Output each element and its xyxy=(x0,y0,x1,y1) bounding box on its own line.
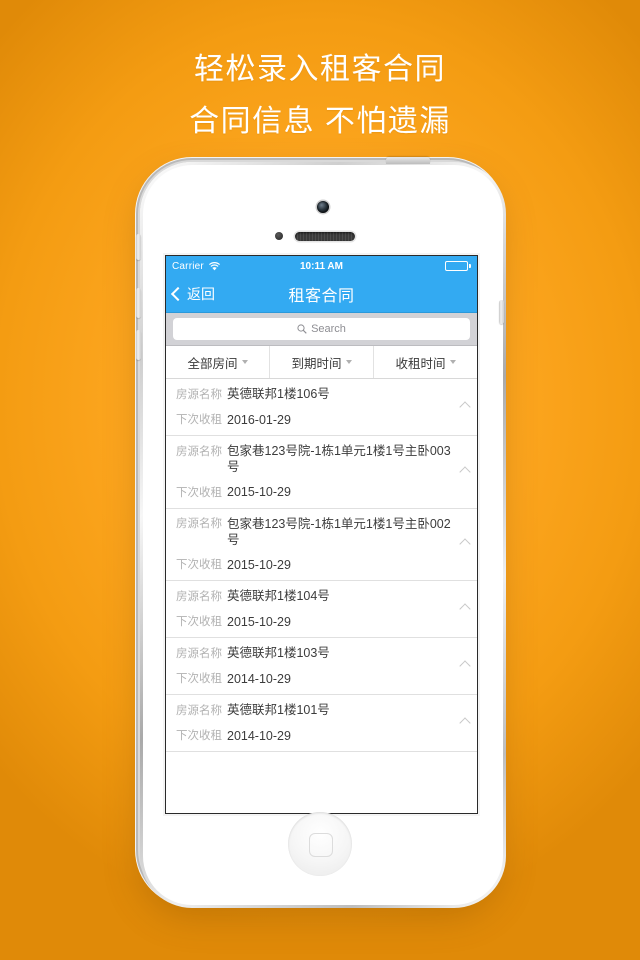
chevron-right-icon xyxy=(459,466,471,478)
property-name-label: 房源名称 xyxy=(176,518,222,530)
next-rent-row: 下次收租 2015-10-29 xyxy=(176,557,455,574)
next-rent-value: 2016-01-29 xyxy=(227,412,291,427)
volume-up-button[interactable] xyxy=(136,288,141,318)
property-name-label: 房源名称 xyxy=(176,445,222,458)
next-rent-value: 2014-10-29 xyxy=(227,728,291,743)
list-item[interactable]: 房源名称 英德联邦1楼106号 下次收租 2016-01-29 xyxy=(166,379,477,436)
headline-line-2: 合同信息 不怕遗漏 xyxy=(189,105,451,138)
property-name-value: 英德联邦1楼104号 xyxy=(227,589,330,603)
property-name-value: 英德联邦1楼106号 xyxy=(227,387,330,401)
next-rent-value: 2014-10-29 xyxy=(227,671,291,686)
next-rent-label: 下次收租 xyxy=(176,673,222,685)
contract-list[interactable]: 房源名称 英德联邦1楼106号 下次收租 2016-01-29 房源名称 包家巷… xyxy=(166,379,477,813)
list-item[interactable]: 房源名称 英德联邦1楼104号 下次收租 2015-10-29 xyxy=(166,581,477,638)
volume-down-button[interactable] xyxy=(136,330,141,360)
property-name-label: 房源名称 xyxy=(176,647,222,660)
filter-tab-collection[interactable]: 收租时间 xyxy=(374,346,477,378)
filter-bar: 全部房间 到期时间 收租时间 xyxy=(166,346,477,379)
property-name-value: 包家巷123号院-1栋1单元1楼1号主卧002号 xyxy=(227,516,451,547)
chevron-right-icon xyxy=(459,401,471,413)
sim-tray xyxy=(499,300,504,324)
list-item[interactable]: 房源名称 英德联邦1楼101号 下次收租 2014-10-29 xyxy=(166,695,477,752)
next-rent-row: 下次收租 2015-10-29 xyxy=(176,484,455,501)
filter-tab-expiry[interactable]: 到期时间 xyxy=(270,346,374,378)
property-name-label: 房源名称 xyxy=(176,704,222,717)
chevron-right-icon xyxy=(459,538,471,550)
next-rent-label: 下次收租 xyxy=(176,559,222,571)
next-rent-label: 下次收租 xyxy=(176,616,222,628)
property-name-value: 包家巷123号院-1栋1单元1楼1号主卧003号 xyxy=(227,444,451,474)
status-bar: Carrier 10:11 AM xyxy=(166,256,477,276)
property-name-label: 房源名称 xyxy=(176,590,222,603)
chevron-down-icon xyxy=(449,360,456,364)
chevron-down-icon xyxy=(241,360,248,364)
property-name-row: 房源名称 英德联邦1楼101号 xyxy=(176,702,455,719)
battery-icon xyxy=(445,261,471,271)
property-name-row: 房源名称 英德联邦1楼104号 xyxy=(176,588,455,605)
property-name-row: 房源名称 包家巷123号院-1栋1单元1楼1号主卧002号 xyxy=(176,516,455,548)
list-item[interactable]: 房源名称 包家巷123号院-1栋1单元1楼1号主卧002号 下次收租 2015-… xyxy=(166,509,477,581)
chevron-down-icon xyxy=(345,360,352,364)
silent-switch[interactable] xyxy=(136,234,141,260)
filter-tab-collection-label: 收租时间 xyxy=(395,356,446,371)
phone-screen: Carrier 10:11 AM 返回 租客合同 Search 全部房间 到期时… xyxy=(166,256,477,813)
page-title: 租客合同 xyxy=(288,288,355,305)
chevron-right-icon xyxy=(459,717,471,729)
navigation-bar: 返回 租客合同 xyxy=(166,276,477,313)
filter-tab-expiry-label: 到期时间 xyxy=(291,356,342,371)
search-bar: Search xyxy=(166,313,477,346)
property-name-value: 英德联邦1楼103号 xyxy=(227,646,330,660)
search-placeholder: Search xyxy=(311,323,346,335)
power-button[interactable] xyxy=(386,157,430,164)
search-icon xyxy=(297,324,307,334)
property-name-row: 房源名称 包家巷123号院-1栋1单元1楼1号主卧003号 xyxy=(176,443,455,475)
next-rent-label: 下次收租 xyxy=(176,414,222,426)
next-rent-row: 下次收租 2016-01-29 xyxy=(176,412,455,429)
property-name-label: 房源名称 xyxy=(176,388,222,401)
front-camera xyxy=(317,201,329,213)
next-rent-row: 下次收租 2014-10-29 xyxy=(176,671,455,688)
list-item[interactable]: 房源名称 英德联邦1楼103号 下次收租 2014-10-29 xyxy=(166,638,477,695)
earpiece-speaker xyxy=(295,232,355,241)
next-rent-row: 下次收租 2014-10-29 xyxy=(176,728,455,745)
property-name-row: 房源名称 英德联邦1楼106号 xyxy=(176,386,455,403)
next-rent-row: 下次收租 2015-10-29 xyxy=(176,614,455,631)
chevron-right-icon xyxy=(459,603,471,615)
proximity-sensor xyxy=(275,232,283,240)
property-name-row: 房源名称 英德联邦1楼103号 xyxy=(176,645,455,662)
search-input[interactable]: Search xyxy=(173,318,470,340)
chevron-right-icon xyxy=(459,660,471,672)
next-rent-value: 2015-10-29 xyxy=(227,557,291,572)
poster-background: 轻松录入租客合同 合同信息 不怕遗漏 Carrier 10:11 AM 返回 租… xyxy=(0,0,640,960)
filter-tab-rooms[interactable]: 全部房间 xyxy=(166,346,270,378)
next-rent-value: 2015-10-29 xyxy=(227,485,291,499)
phone-device: Carrier 10:11 AM 返回 租客合同 Search 全部房间 到期时… xyxy=(136,157,504,905)
property-name-value: 英德联邦1楼101号 xyxy=(227,703,330,717)
list-item[interactable]: 房源名称 包家巷123号院-1栋1单元1楼1号主卧003号 下次收租 2015-… xyxy=(166,436,477,509)
status-time: 10:11 AM xyxy=(300,260,343,272)
next-rent-label: 下次收租 xyxy=(176,486,222,499)
headline-line-1: 轻松录入租客合同 xyxy=(194,53,446,86)
home-button[interactable] xyxy=(288,812,352,876)
home-square-icon xyxy=(309,833,333,857)
next-rent-label: 下次收租 xyxy=(176,730,222,742)
next-rent-value: 2015-10-29 xyxy=(227,614,291,629)
filter-tab-rooms-label: 全部房间 xyxy=(187,356,238,371)
